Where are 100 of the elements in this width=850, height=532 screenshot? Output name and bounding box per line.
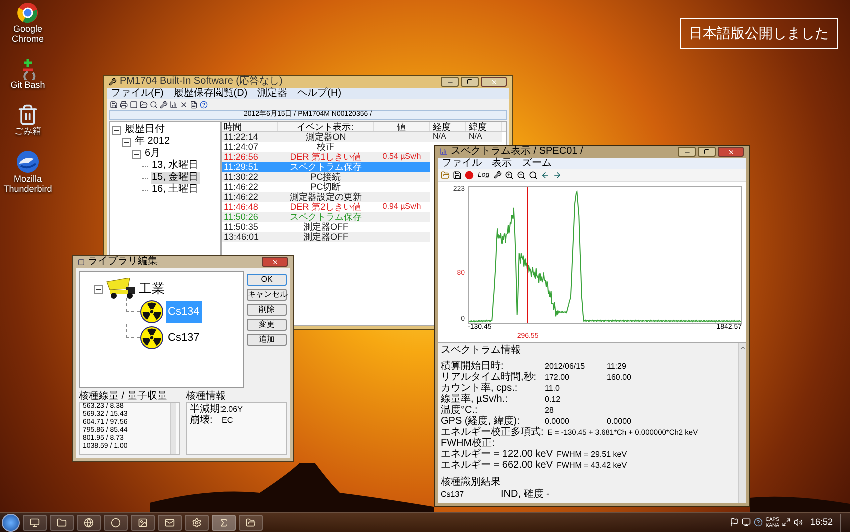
start-button[interactable] bbox=[2, 514, 20, 532]
info-value: EC bbox=[222, 415, 234, 426]
arrow-left-icon[interactable] bbox=[540, 170, 550, 180]
collapse-icon[interactable] bbox=[112, 126, 121, 134]
taskbar-button[interactable] bbox=[212, 514, 236, 530]
event-row[interactable]: 13:46:01 測定器OFF bbox=[222, 232, 430, 242]
scrollbar[interactable] bbox=[170, 403, 176, 454]
value-cell-text: 0.94 µSv/h bbox=[382, 202, 422, 212]
info-value: 28 bbox=[545, 405, 555, 416]
taskbar-button[interactable] bbox=[158, 514, 182, 530]
folder-icon[interactable] bbox=[140, 100, 148, 108]
arrow-right-icon[interactable] bbox=[552, 170, 562, 180]
close-button[interactable] bbox=[262, 257, 288, 267]
tree-item[interactable]: 工業 bbox=[139, 281, 165, 297]
minimize-button[interactable] bbox=[678, 147, 696, 157]
event-row[interactable]: 11:30:22 PC接続 bbox=[222, 172, 430, 182]
info-value: 172.00 bbox=[545, 372, 570, 383]
record-icon[interactable] bbox=[465, 170, 474, 180]
save-icon[interactable] bbox=[453, 170, 462, 180]
close-button[interactable] bbox=[481, 77, 507, 87]
close-icon bbox=[490, 78, 498, 86]
clock[interactable]: 16:52 bbox=[806, 516, 837, 530]
flag-icon[interactable] bbox=[730, 518, 739, 527]
bird-globe-icon bbox=[16, 150, 40, 174]
column-header[interactable]: 値 bbox=[374, 122, 430, 131]
tree-item[interactable]: 16, 土曜日 bbox=[151, 184, 200, 196]
help-icon[interactable] bbox=[754, 518, 763, 527]
nuclide-item[interactable]: Cs137 bbox=[166, 327, 202, 349]
collapse-icon[interactable] bbox=[132, 150, 141, 158]
document-icon[interactable] bbox=[190, 100, 198, 108]
time-cell-text: 11:29:51 bbox=[223, 162, 260, 172]
zoom-out-icon[interactable] bbox=[516, 170, 526, 180]
window-icon[interactable] bbox=[130, 100, 138, 108]
column-header[interactable]: 経度 bbox=[430, 122, 466, 131]
menu-item[interactable]: ファイル(F) bbox=[111, 88, 164, 99]
time-cell-text: 11:22:14 bbox=[223, 132, 260, 142]
menu-item[interactable]: 表示 bbox=[492, 158, 512, 169]
taskbar-button[interactable] bbox=[104, 514, 128, 530]
dialog-button[interactable]: キャンセル bbox=[247, 289, 287, 301]
collapse-icon[interactable] bbox=[122, 138, 131, 146]
tree-item[interactable]: 履歴日付 bbox=[124, 124, 166, 136]
printer-icon[interactable] bbox=[120, 100, 128, 108]
search-icon[interactable] bbox=[528, 170, 538, 180]
save-icon[interactable] bbox=[110, 100, 118, 108]
column-header[interactable]: イベント表示: bbox=[278, 122, 374, 131]
window-title: ライブラリ編集 bbox=[88, 256, 158, 268]
wrench-icon[interactable] bbox=[160, 100, 168, 108]
taskbar-button[interactable] bbox=[239, 514, 263, 530]
delete-icon[interactable] bbox=[180, 100, 188, 108]
maximize-button[interactable] bbox=[461, 77, 479, 87]
zoom-in-icon[interactable] bbox=[504, 170, 514, 180]
time-cell-text: 13:46:01 bbox=[223, 232, 260, 242]
minimize-button[interactable] bbox=[441, 77, 459, 87]
event-row[interactable]: 11:22:14 測定器ON N/A N/A bbox=[222, 132, 502, 142]
dialog-button[interactable]: 変更 bbox=[247, 319, 287, 331]
dialog-button[interactable]: 削除 bbox=[247, 304, 287, 316]
event-cell-text: DER 第2しきい値 bbox=[289, 202, 363, 212]
column-header[interactable]: 緯度 bbox=[466, 122, 502, 131]
scroll-up-icon[interactable] bbox=[740, 345, 746, 351]
desktop-icon-label[interactable]: ごみ箱 bbox=[0, 126, 56, 136]
taskbar-button[interactable] bbox=[50, 514, 74, 530]
event-row[interactable]: 11:46:22 測定器設定の更新 bbox=[222, 192, 430, 202]
close-button[interactable] bbox=[718, 147, 744, 157]
dialog-button[interactable]: 追加 bbox=[247, 334, 287, 346]
menu-item[interactable]: ファイル bbox=[442, 158, 482, 169]
desktop-icon-label[interactable]: Google Chrome bbox=[0, 24, 56, 44]
taskbar-button[interactable] bbox=[23, 514, 47, 530]
desktop-icon-label[interactable]: Mozilla Thunderbird bbox=[0, 174, 56, 194]
radiation-icon bbox=[140, 326, 164, 350]
taskbar-button[interactable] bbox=[131, 514, 155, 530]
info-value: 2.06Y bbox=[222, 404, 243, 415]
monitor-icon[interactable] bbox=[742, 518, 751, 527]
event-row[interactable]: 11:26:56 DER 第1しきい値 0.54 µSv/h bbox=[222, 152, 430, 162]
time-cell-text: 11:50:35 bbox=[223, 222, 260, 232]
maximize-button[interactable] bbox=[698, 147, 716, 157]
taskbar-button[interactable] bbox=[185, 514, 209, 530]
collapse-icon[interactable] bbox=[94, 284, 103, 294]
help-icon[interactable] bbox=[200, 100, 208, 108]
search-icon[interactable] bbox=[150, 100, 158, 108]
tree-item[interactable]: 6月 bbox=[144, 148, 162, 160]
tree-item[interactable]: 年 2012 bbox=[134, 136, 172, 148]
scrollbar[interactable] bbox=[738, 343, 746, 503]
menu-item[interactable]: 履歴保存閲覧(D) bbox=[174, 88, 248, 99]
info-value: 0.0000 bbox=[545, 416, 570, 427]
tree-item[interactable]: 15, 金曜日 bbox=[151, 172, 200, 184]
event-cell-text: PC切断 bbox=[310, 182, 342, 192]
chart-icon[interactable] bbox=[170, 100, 178, 108]
menu-item[interactable]: ヘルプ(H) bbox=[298, 88, 342, 99]
desktop-icon-label[interactable]: Git Bash bbox=[0, 80, 56, 90]
dialog-button[interactable]: OK bbox=[247, 274, 287, 286]
group-label: 核種線量 / 量子収量 bbox=[79, 391, 168, 402]
info-value: FWHM = 29.51 keV bbox=[557, 449, 628, 460]
tree-item[interactable]: 13, 水曜日 bbox=[151, 160, 200, 172]
event-cell-text: 校正 bbox=[316, 142, 336, 152]
column-header[interactable]: 時間 bbox=[222, 122, 278, 131]
taskbar-button[interactable] bbox=[77, 514, 101, 530]
menu-item[interactable]: 測定器 bbox=[258, 88, 288, 99]
menu-item[interactable]: ズーム bbox=[522, 158, 552, 169]
network-icon[interactable] bbox=[782, 518, 792, 527]
volume-icon[interactable] bbox=[794, 518, 804, 527]
